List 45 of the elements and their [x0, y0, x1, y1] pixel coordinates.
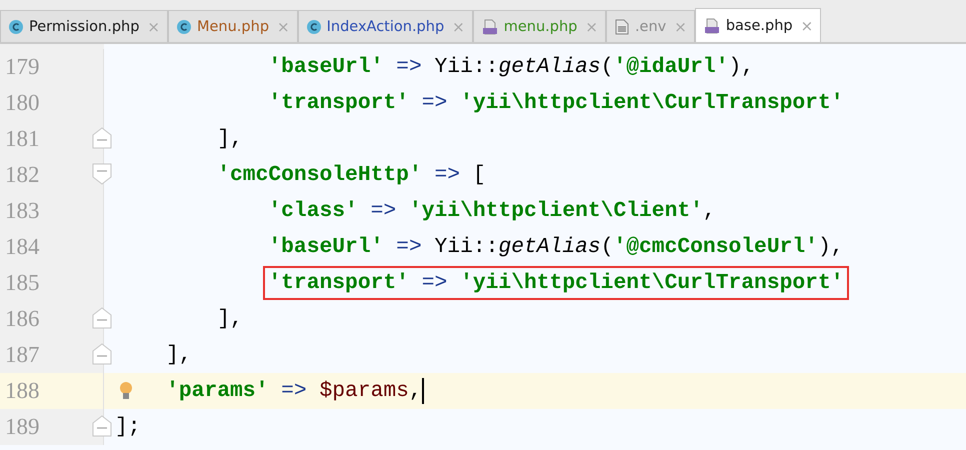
code-line: 'baseUrl' => Yii::getAlias('@idaUrl'), — [268, 55, 754, 79]
close-icon[interactable]: × — [452, 18, 465, 36]
fold-marker-icon[interactable] — [92, 127, 112, 149]
fold-marker-icon[interactable] — [92, 343, 112, 365]
line-number: 184 — [5, 234, 40, 260]
fold-marker-icon[interactable] — [92, 163, 112, 185]
code-line: ], — [217, 307, 243, 331]
class-icon — [306, 20, 321, 34]
editor-tab[interactable]: menu.php × — [472, 10, 606, 42]
line-number: 183 — [5, 198, 40, 224]
editor-tab[interactable]: Permission.php × — [0, 10, 168, 42]
code-line: ]; — [115, 415, 141, 439]
code-line: 'params' => $params, — [166, 379, 422, 403]
php-file-icon — [482, 18, 498, 34]
line-number: 181 — [5, 126, 40, 152]
line-number: 179 — [5, 54, 40, 80]
fold-marker-icon[interactable] — [92, 307, 112, 329]
php-file-icon — [704, 18, 720, 34]
line-number: 182 — [5, 162, 40, 188]
close-icon[interactable]: × — [277, 18, 290, 36]
fold-marker-icon[interactable] — [92, 415, 112, 437]
line-number: 187 — [5, 342, 40, 368]
code-line: 'class' => 'yii\httpclient\Client', — [268, 199, 716, 223]
editor-tab[interactable]: Menu.php × — [168, 10, 298, 42]
code-line: 'cmcConsoleHttp' => [ — [217, 163, 486, 187]
line-number: 186 — [5, 306, 40, 332]
code-line: ], — [217, 127, 243, 151]
line-number: 188 — [5, 378, 40, 404]
text-file-icon — [614, 18, 629, 34]
class-icon — [9, 20, 23, 34]
close-icon[interactable]: × — [147, 18, 160, 36]
editor-tab[interactable]: IndexAction.php × — [298, 10, 473, 42]
editor-tab[interactable]: base.php × — [694, 8, 822, 42]
code-line: 'baseUrl' => Yii::getAlias('@cmcConsoleUrl'), — [268, 235, 844, 259]
lightbulb-icon[interactable] — [119, 382, 133, 400]
code-line: 'transport' => 'yii\httpclient\CurlTransport' — [268, 91, 844, 115]
code-line: ], — [166, 343, 192, 367]
close-icon[interactable]: × — [674, 18, 687, 36]
line-number: 180 — [5, 90, 40, 116]
line-number: 189 — [5, 414, 40, 440]
close-icon[interactable]: × — [800, 16, 814, 34]
line-number: 185 — [5, 270, 40, 296]
class-icon — [177, 20, 191, 34]
close-icon[interactable]: × — [585, 18, 598, 36]
editor-tab[interactable]: .env × — [606, 10, 695, 42]
